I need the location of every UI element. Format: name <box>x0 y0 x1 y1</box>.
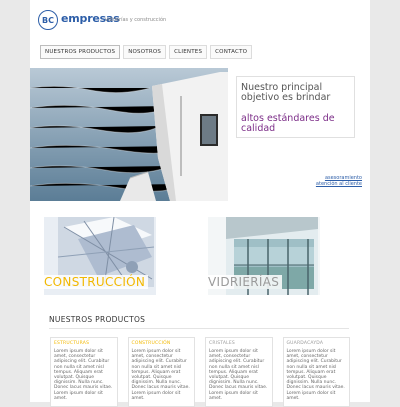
product-description: Lorem ipsum dolor sit amet, consectetur … <box>54 349 113 401</box>
product-card-estructuras[interactable]: ESTRUCTURAS Lorem ipsum dolor sit amet, … <box>50 337 118 407</box>
logo-icon[interactable]: BC <box>38 10 58 30</box>
nav-item-contacto[interactable]: CONTACTO <box>210 45 253 59</box>
product-description: Lorem ipsum dolor sit amet, consectetur … <box>209 349 268 401</box>
hero-message-box: Nuestro principal objetivo es brindar al… <box>236 76 355 138</box>
hero-section: Nuestro principal objetivo es brindar al… <box>30 68 370 201</box>
category-label-vidrierias: VIDRIERÍAS <box>208 275 283 289</box>
product-title-estructuras: ESTRUCTURAS <box>54 341 90 346</box>
category-vidrierias[interactable]: VIDRIERÍAS <box>208 217 320 295</box>
product-title-construccion: CONSTRUCCIÓN <box>131 341 171 346</box>
hero-headline: Nuestro principal objetivo es brindar <box>241 82 331 103</box>
product-description: Lorem ipsum dolor sit amet, consectetur … <box>286 349 345 401</box>
link-atencion-al-cliente[interactable]: atención al cliente <box>316 181 362 187</box>
main-nav: NUESTROS PRODUCTOS NOSOTROS CLIENTES CON… <box>40 45 253 59</box>
category-construccion[interactable]: CONSTRUCCIÓN <box>44 217 156 295</box>
nav-item-clientes[interactable]: CLIENTES <box>169 45 208 59</box>
product-title-cristales: CRISTALES <box>209 341 235 346</box>
product-card-cristales[interactable]: CRISTALES Lorem ipsum dolor sit amet, co… <box>205 337 273 407</box>
products-grid: ESTRUCTURAS Lorem ipsum dolor sit amet, … <box>50 337 350 407</box>
site-header: BC empresas vidrierías y construcción NU… <box>30 0 370 68</box>
product-card-construccion[interactable]: CONSTRUCCIÓN Lorem ipsum dolor sit amet,… <box>127 337 195 407</box>
hero-highlight: altos estándares de calidad <box>241 113 335 134</box>
hero-image <box>30 68 228 201</box>
products-title: NUESTROS PRODUCTOS <box>49 315 146 324</box>
brand-tagline: vidrierías y construcción <box>105 17 167 23</box>
nav-item-nosotros[interactable]: NOSOTROS <box>123 45 167 59</box>
product-card-guardacayda[interactable]: GUARDACAYDA Lorem ipsum dolor sit amet, … <box>282 337 350 407</box>
product-description: Lorem ipsum dolor sit amet, consectetur … <box>131 349 190 401</box>
product-title-guardacayda: GUARDACAYDA <box>286 341 324 346</box>
category-label-construccion: CONSTRUCCIÓN <box>44 275 149 289</box>
categories-section: CONSTRUCCIÓN VIDRIERÍAS <box>30 205 370 295</box>
products-divider <box>49 328 349 329</box>
page: BC empresas vidrierías y construcción NU… <box>30 0 370 407</box>
nav-item-nuestros-productos[interactable]: NUESTROS PRODUCTOS <box>40 45 121 59</box>
hero-links: asesoramiento atención al cliente <box>316 175 362 187</box>
